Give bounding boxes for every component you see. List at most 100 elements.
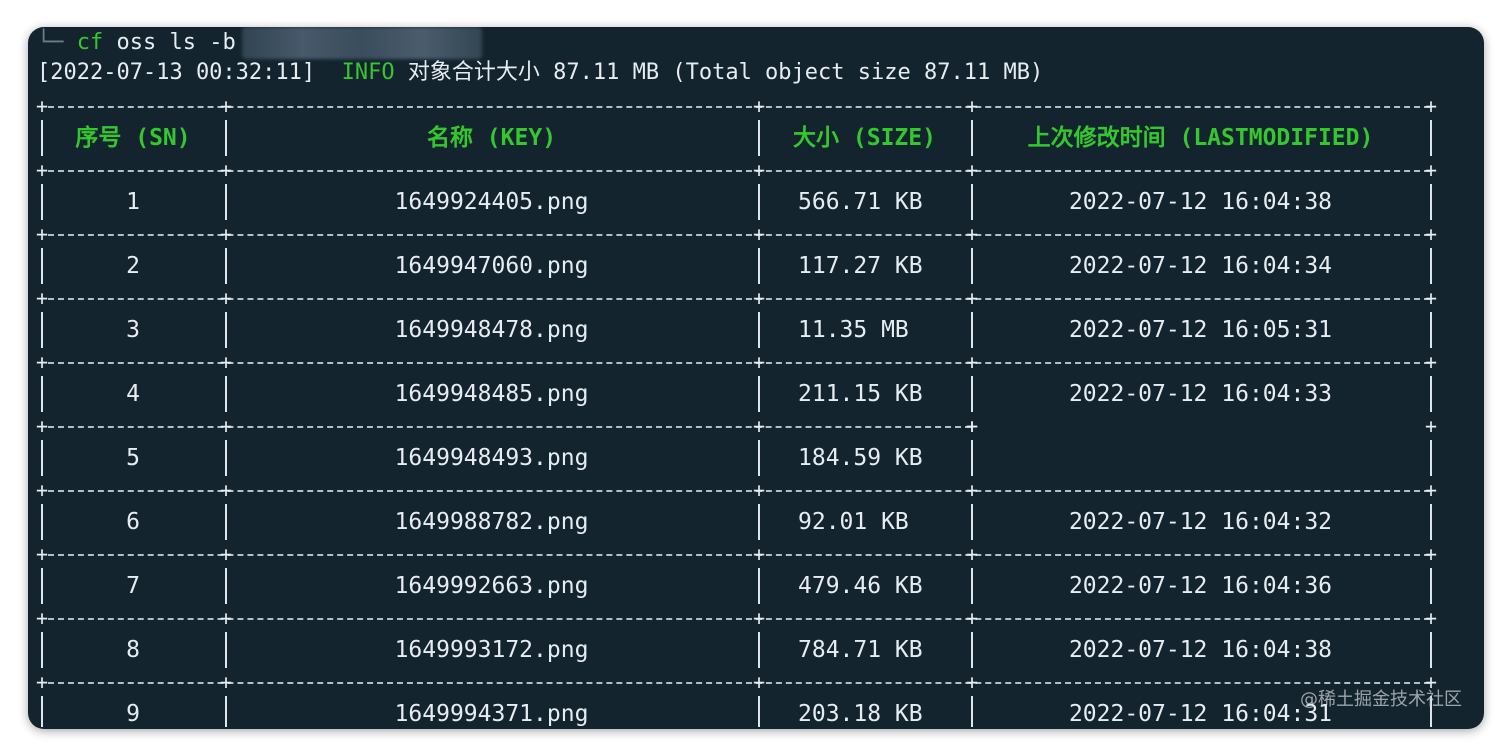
table-corner: + xyxy=(965,158,979,182)
table-column-rule xyxy=(758,696,760,727)
table-corner: + xyxy=(965,542,979,566)
table-corner: + xyxy=(965,94,979,118)
table-corner: + xyxy=(1424,158,1438,182)
table-column-rule xyxy=(1430,376,1432,412)
table-column-rule xyxy=(225,568,227,604)
table-column-rule xyxy=(1430,568,1432,604)
table-column-rule xyxy=(971,248,973,284)
terminal-window[interactable]: └─ cf oss ls -b [2022-07-13 00:32:11] IN… xyxy=(28,27,1484,729)
table-corner: + xyxy=(219,350,233,374)
table-corner: + xyxy=(35,350,49,374)
objects-table: 序号 (SN) 名称 (KEY) 大小 (SIZE) 上次修改时间 (LASTM… xyxy=(28,27,1484,729)
header-key: 名称 (KEY) xyxy=(426,125,557,151)
table-corner: + xyxy=(219,606,233,630)
table-corner: + xyxy=(752,350,766,374)
table-column-rule xyxy=(971,440,973,476)
table-corner: + xyxy=(219,478,233,502)
cell-sn: 5 xyxy=(126,445,140,471)
table-corner: + xyxy=(1424,606,1438,630)
table-column-rule xyxy=(41,632,43,668)
table-corner: + xyxy=(965,350,979,374)
table-column-rule xyxy=(41,312,43,348)
cell-size: 211.15 KB xyxy=(798,381,923,407)
table-corner: + xyxy=(1424,222,1438,246)
table-corner: + xyxy=(965,222,979,246)
table-column-rule xyxy=(1430,504,1432,540)
table-column-rule xyxy=(41,376,43,412)
table-column-rule xyxy=(41,440,43,476)
cell-modified: 2022-07-12 16:04:36 xyxy=(1068,573,1333,599)
table-column-rule xyxy=(971,568,973,604)
table-column-rule xyxy=(225,312,227,348)
cell-sn: 1 xyxy=(126,189,140,215)
table-corner: + xyxy=(752,94,766,118)
table-corner: + xyxy=(35,414,49,438)
table-column-rule xyxy=(971,184,973,220)
table-rule xyxy=(48,554,1430,556)
cell-sn: 2 xyxy=(126,253,140,279)
table-corner: + xyxy=(752,542,766,566)
cell-size: 784.71 KB xyxy=(798,637,923,663)
cell-size: 203.18 KB xyxy=(798,701,923,727)
table-column-rule xyxy=(225,248,227,284)
cell-key: 1649988782.png xyxy=(394,509,589,535)
cell-size: 184.59 KB xyxy=(798,445,923,471)
table-corner: + xyxy=(965,606,979,630)
table-column-rule xyxy=(41,696,43,727)
cell-modified: 2022-07-12 16:04:34 xyxy=(1068,253,1333,279)
cell-size: 566.71 KB xyxy=(798,189,923,215)
cell-modified: 2022-07-12 16:04:38 xyxy=(1068,189,1333,215)
table-corner: + xyxy=(219,158,233,182)
table-corner: + xyxy=(219,414,233,438)
table-corner: + xyxy=(752,478,766,502)
table-corner: + xyxy=(752,670,766,694)
cell-sn: 7 xyxy=(126,573,140,599)
table-corner: + xyxy=(35,606,49,630)
cell-key: 1649993172.png xyxy=(394,637,589,663)
table-rule xyxy=(48,170,1430,172)
cell-modified: 2022-07-12 16:04:33 xyxy=(1068,381,1333,407)
table-column-rule xyxy=(758,376,760,412)
table-column-rule xyxy=(1430,632,1432,668)
cell-key: 1649992663.png xyxy=(394,573,589,599)
table-column-rule xyxy=(1430,184,1432,220)
table-column-rule xyxy=(1430,120,1432,156)
header-size: 大小 (SIZE) xyxy=(793,125,936,151)
table-corner: + xyxy=(1424,94,1438,118)
table-corner: + xyxy=(219,286,233,310)
table-column-rule xyxy=(225,184,227,220)
table-corner: + xyxy=(1424,542,1438,566)
table-corner: + xyxy=(752,606,766,630)
table-corner: + xyxy=(752,158,766,182)
table-rule xyxy=(48,106,1430,108)
cell-size: 11.35 MB xyxy=(798,317,909,343)
table-column-rule xyxy=(41,120,43,156)
table-column-rule xyxy=(758,184,760,220)
cell-key: 1649948485.png xyxy=(394,381,589,407)
table-column-rule xyxy=(225,120,227,156)
table-column-rule xyxy=(971,312,973,348)
table-rule xyxy=(48,682,1430,684)
table-corner: + xyxy=(35,158,49,182)
cell-sn: 3 xyxy=(126,317,140,343)
cell-sn: 8 xyxy=(126,637,140,663)
table-column-rule xyxy=(225,696,227,727)
table-column-rule xyxy=(758,312,760,348)
cell-sn: 9 xyxy=(126,701,140,727)
table-corner: + xyxy=(1424,414,1438,438)
table-column-rule xyxy=(758,568,760,604)
table-rule xyxy=(48,426,971,428)
cell-size: 117.27 KB xyxy=(798,253,923,279)
table-column-rule xyxy=(971,376,973,412)
cell-size: 479.46 KB xyxy=(798,573,923,599)
cell-key: 1649948478.png xyxy=(394,317,589,343)
table-column-rule xyxy=(1430,312,1432,348)
table-corner: + xyxy=(219,222,233,246)
cell-key: 1649924405.png xyxy=(394,189,589,215)
table-column-rule xyxy=(41,504,43,540)
table-column-rule xyxy=(1430,440,1432,476)
table-column-rule xyxy=(758,120,760,156)
header-sn: 序号 (SN) xyxy=(75,125,191,151)
table-column-rule xyxy=(758,440,760,476)
table-column-rule xyxy=(41,248,43,284)
